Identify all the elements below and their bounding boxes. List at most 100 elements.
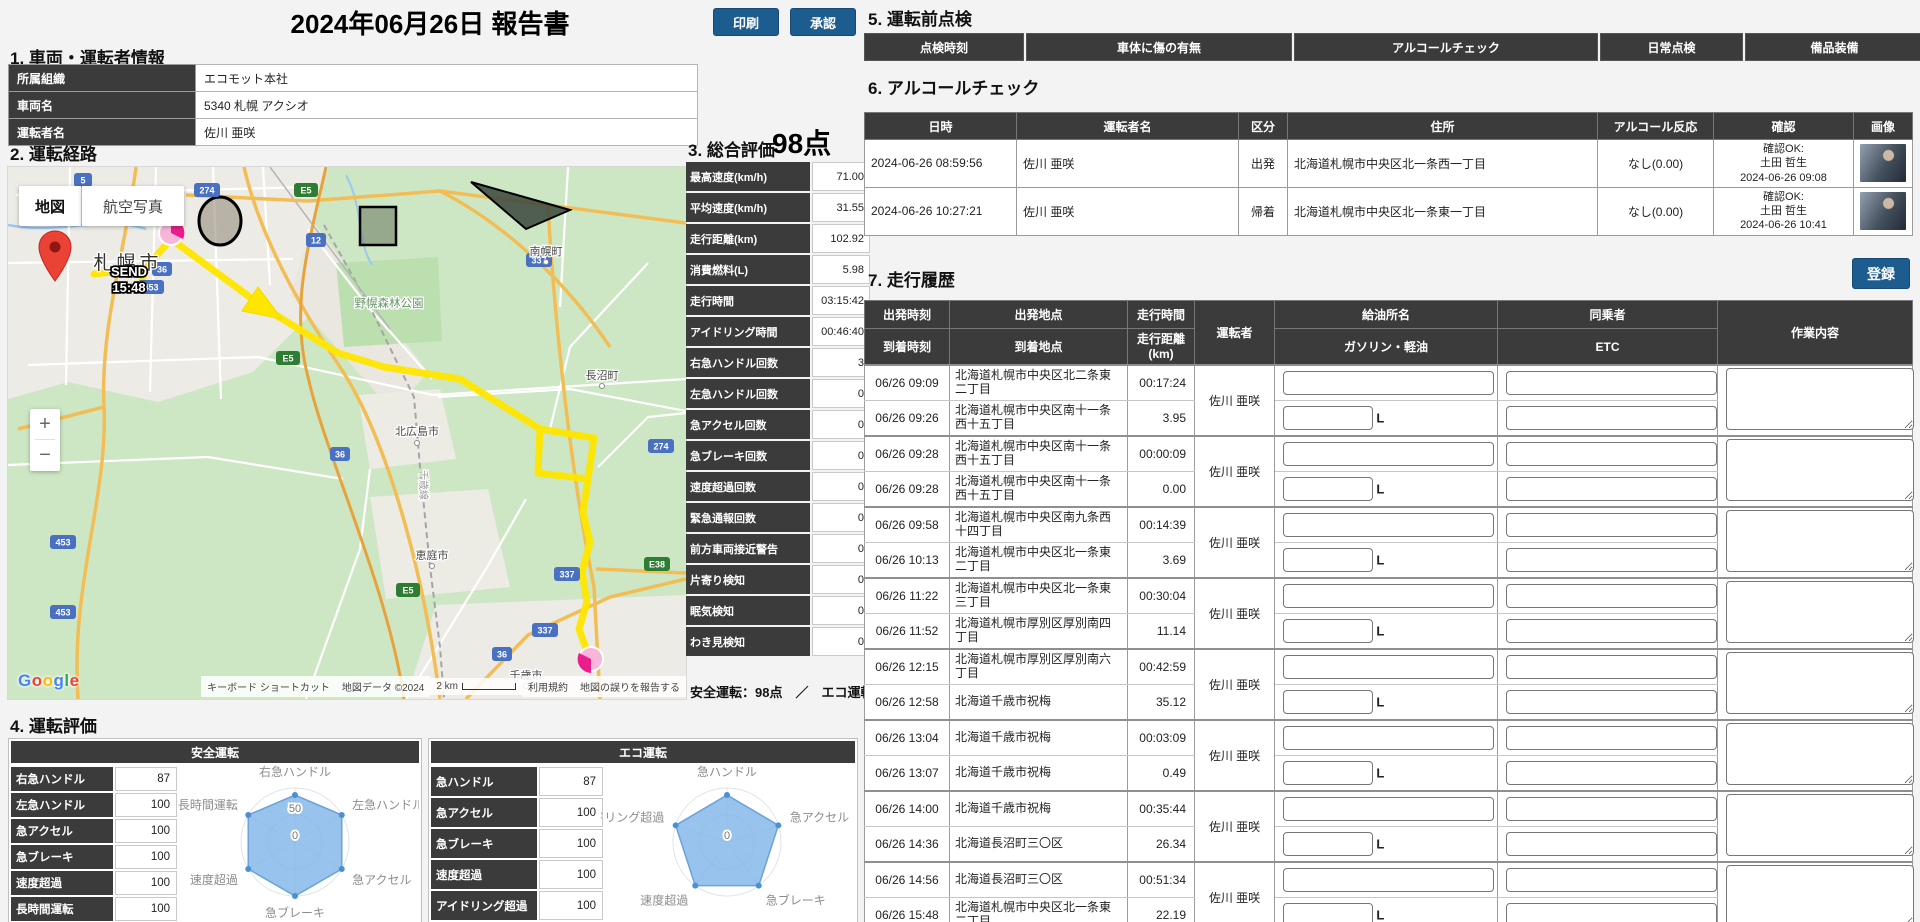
dep-place: 北海道札幌市厚別区厚別南六丁目 <box>950 649 1128 685</box>
city-label-eniwa: 恵庭市 <box>416 548 449 562</box>
keyboard-shortcuts-link[interactable]: キーボード ショートカット <box>201 676 336 697</box>
fuel-amount-input[interactable] <box>1283 548 1373 572</box>
fuel-station-input[interactable] <box>1283 726 1494 750</box>
work-textarea[interactable] <box>1726 865 1914 922</box>
column-header: 給油所名 <box>1275 301 1498 329</box>
work-textarea[interactable] <box>1726 439 1914 501</box>
passenger-input[interactable] <box>1506 442 1717 466</box>
city-label-naganuma: 長沼町 <box>586 368 619 382</box>
svg-text:左急ハンドル: 左急ハンドル <box>352 797 419 812</box>
passenger-input[interactable] <box>1506 655 1717 679</box>
fuel-station-input[interactable] <box>1283 584 1494 608</box>
column-header: 作業内容 <box>1718 301 1913 366</box>
stat-label: 最高速度(km/h) <box>686 162 810 191</box>
passenger-input[interactable] <box>1506 726 1717 750</box>
report-error-link[interactable]: 地図の誤りを報告する <box>574 676 686 697</box>
alcohol-reaction: なし(0.00) <box>1598 187 1714 235</box>
work-textarea[interactable] <box>1726 581 1914 643</box>
distance: 22.19 <box>1128 897 1195 922</box>
arr-time: 06/26 09:28 <box>865 472 950 508</box>
distance: 3.69 <box>1128 543 1195 579</box>
dep-time: 06/26 12:15 <box>865 649 950 685</box>
etc-input[interactable] <box>1506 619 1717 643</box>
fuel-station-input[interactable] <box>1283 655 1494 679</box>
fuel-station-input[interactable] <box>1283 797 1494 821</box>
etc-input[interactable] <box>1506 690 1717 714</box>
work-textarea[interactable] <box>1726 723 1914 785</box>
svg-text:36: 36 <box>335 450 345 460</box>
column-header: 到着地点 <box>950 329 1128 366</box>
fuel-station-input[interactable] <box>1283 371 1494 395</box>
svg-text:E38: E38 <box>649 560 665 570</box>
fuel-station-input[interactable] <box>1283 868 1494 892</box>
fuel-amount-input[interactable] <box>1283 619 1373 643</box>
eco-driving-panel: エコ運転 急ハンドル87 急アクセル100 急ブレーキ100 速度超過100 ア… <box>428 738 858 922</box>
passenger-input[interactable] <box>1506 371 1717 395</box>
column-header: 住所 <box>1288 113 1598 140</box>
etc-input[interactable] <box>1506 406 1717 430</box>
etc-input[interactable] <box>1506 832 1717 856</box>
alcohol-check-table: 日時 運転者名 区分 住所 アルコール反応 確認 画像 2024-06-26 0… <box>864 112 1913 236</box>
svg-text:速度超過: 速度超過 <box>640 892 688 907</box>
passenger-input[interactable] <box>1506 513 1717 537</box>
eval-value: 100 <box>539 891 603 920</box>
stat-value: 0 <box>812 503 870 532</box>
etc-input[interactable] <box>1506 903 1717 922</box>
column-header: 日時 <box>865 113 1017 140</box>
driver: 佐川 亜咲 <box>1195 507 1275 578</box>
zoom-in-button[interactable]: + <box>30 409 60 439</box>
driver-photo[interactable] <box>1860 144 1906 182</box>
dep-place: 北海道千歳市祝梅 <box>950 720 1128 756</box>
fuel-amount-input[interactable] <box>1283 690 1373 714</box>
stat-label: 速度超過回数 <box>686 472 810 501</box>
confirmation: 確認OK:土田 哲生2024-06-26 09:08 <box>1714 140 1854 188</box>
register-button[interactable]: 登録 <box>1852 258 1910 289</box>
eval-value: 100 <box>539 798 603 827</box>
passenger-input[interactable] <box>1506 584 1717 608</box>
work-textarea[interactable] <box>1726 510 1914 572</box>
arr-place: 北海道長沼町三〇区 <box>950 827 1128 863</box>
print-button[interactable]: 印刷 <box>713 8 779 36</box>
zoom-out-button[interactable]: − <box>30 440 60 470</box>
work-textarea[interactable] <box>1726 794 1914 856</box>
stat-label: 走行距離(km) <box>686 224 810 253</box>
approve-button[interactable]: 承認 <box>790 8 856 36</box>
map-type-button[interactable]: 地図 <box>19 186 81 226</box>
route-map[interactable]: 5 274 E5 12 36 453 337 E5 36 274 453 453… <box>7 166 687 700</box>
work-textarea[interactable] <box>1726 368 1914 430</box>
eval-label: 長時間運転 <box>11 897 113 921</box>
terms-link[interactable]: 利用規約 <box>522 676 574 697</box>
work-textarea[interactable] <box>1726 652 1914 714</box>
fuel-station-input[interactable] <box>1283 442 1494 466</box>
fuel-amount-input[interactable] <box>1283 477 1373 501</box>
liter-label: L <box>1376 553 1384 568</box>
etc-input[interactable] <box>1506 548 1717 572</box>
passenger-input[interactable] <box>1506 868 1717 892</box>
svg-text:急アクセル: 急アクセル <box>790 810 849 825</box>
fuel-amount-input[interactable] <box>1283 903 1373 922</box>
column-header: 走行距離(km) <box>1128 329 1195 366</box>
stat-value: 31.55 <box>812 193 870 222</box>
distance: 26.34 <box>1128 827 1195 863</box>
check-type: 出発 <box>1239 140 1288 188</box>
dep-time: 06/26 09:09 <box>865 365 950 401</box>
fuel-amount-input[interactable] <box>1283 406 1373 430</box>
driver: 佐川 亜咲 <box>1195 365 1275 436</box>
alcohol-check-row: 2024-06-26 08:59:56 佐川 亜咲 出発 北海道札幌市中央区北一… <box>865 140 1913 188</box>
info-value: 5340 札幌 アクシオ <box>196 92 698 119</box>
check-datetime: 2024-06-26 08:59:56 <box>865 140 1017 188</box>
fuel-amount-input[interactable] <box>1283 832 1373 856</box>
fuel-station-input[interactable] <box>1283 513 1494 537</box>
driver-photo[interactable] <box>1860 192 1906 230</box>
etc-input[interactable] <box>1506 761 1717 785</box>
fuel-amount-input[interactable] <box>1283 761 1373 785</box>
stat-label: 右急ハンドル回数 <box>686 348 810 377</box>
etc-input[interactable] <box>1506 477 1717 501</box>
info-value: 佐川 亜咲 <box>196 119 698 146</box>
passenger-input[interactable] <box>1506 797 1717 821</box>
dep-time: 06/26 09:28 <box>865 436 950 472</box>
safe-driving-panel: 安全運転 右急ハンドル87 左急ハンドル100 急アクセル100 急ブレーキ10… <box>8 738 422 922</box>
section5-heading: 5. 運転前点検 <box>868 5 972 30</box>
satellite-type-button[interactable]: 航空写真 <box>82 186 184 226</box>
stat-label: 消費燃料(L) <box>686 255 810 284</box>
